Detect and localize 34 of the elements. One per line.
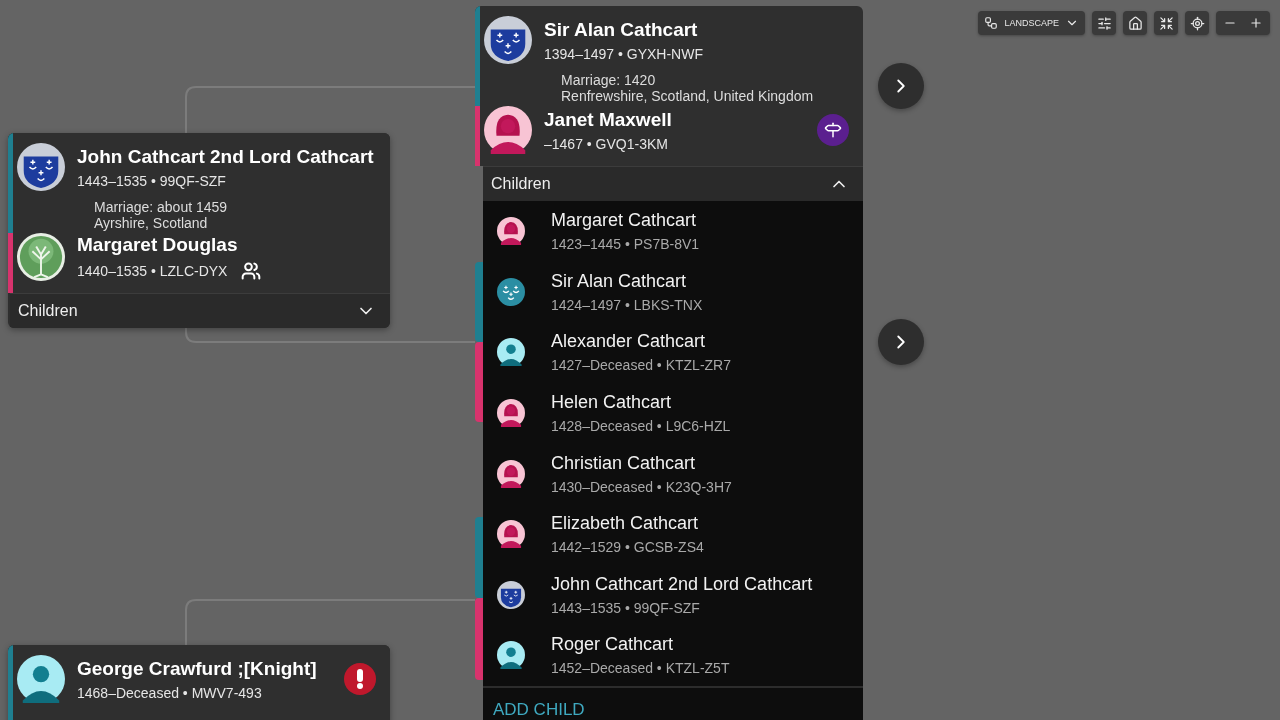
person-name[interactable]: Janet Maxwell: [544, 108, 672, 131]
child-dates-id: 1423–1445 • PS7B-8V1: [551, 236, 700, 253]
person-name[interactable]: Margaret Douglas: [77, 233, 238, 256]
child-dates-id: 1428–Deceased • L9C6-HZL: [551, 418, 731, 435]
person-name[interactable]: John Cathcart 2nd Lord Cathcart: [77, 145, 374, 168]
child-name[interactable]: Alexander Cathcart: [551, 331, 706, 353]
child-name[interactable]: Helen Cathcart: [551, 392, 672, 414]
child-dates-id: 1430–Deceased • K23Q-3H7: [551, 478, 732, 495]
child-name[interactable]: John Cathcart 2nd Lord Cathcart: [551, 573, 813, 595]
person-dates-id: 1394–1497 • GYXH-NWF: [544, 45, 703, 62]
children-toggle[interactable]: Children: [10, 293, 390, 328]
person-name[interactable]: George Crawfurd ;[Knight]: [77, 657, 317, 680]
person-name[interactable]: Sir Alan Cathcart: [544, 18, 698, 41]
child-dates-id: 1443–1535 • 99QF-SZF: [551, 599, 700, 616]
child-dates-id: 1452–Deceased • KTZL-Z5T: [551, 660, 730, 677]
child-dates-id: 1442–1529 • GCSB-ZS4: [551, 539, 704, 556]
person-dates-id: –1467 • GVQ1-3KM: [544, 135, 668, 152]
marriage-date: Marriage: about 1459: [94, 199, 229, 215]
person-dates-id: 1440–1535 • LZLC-DYX: [77, 262, 228, 279]
person-dates-id: 1468–Deceased • MWV7-493: [77, 684, 262, 701]
child-dates-id: 1424–1497 • LBKS-TNX: [551, 296, 703, 313]
person-dates-id: 1443–1535 • 99QF-SZF: [77, 172, 226, 189]
marriage-date: Marriage: 1420: [561, 72, 657, 88]
child-name[interactable]: Elizabeth Cathcart: [551, 513, 699, 535]
child-name[interactable]: Sir Alan Cathcart: [551, 270, 687, 292]
child-name[interactable]: Margaret Cathcart: [551, 210, 697, 232]
child-name[interactable]: Roger Cathcart: [551, 634, 674, 656]
add-child-button[interactable]: ADD CHILD: [493, 699, 585, 720]
children-toggle[interactable]: Children: [483, 166, 863, 201]
marriage-place: Ayrshire, Scotland: [94, 215, 209, 231]
child-name[interactable]: Christian Cathcart: [551, 452, 696, 474]
layout-select[interactable]: LANDSCAPE: [978, 11, 1085, 35]
marriage-place: Renfrewshire, Scotland, United Kingdom: [561, 88, 815, 104]
child-dates-id: 1427–Deceased • KTZL-ZR7: [551, 357, 731, 374]
